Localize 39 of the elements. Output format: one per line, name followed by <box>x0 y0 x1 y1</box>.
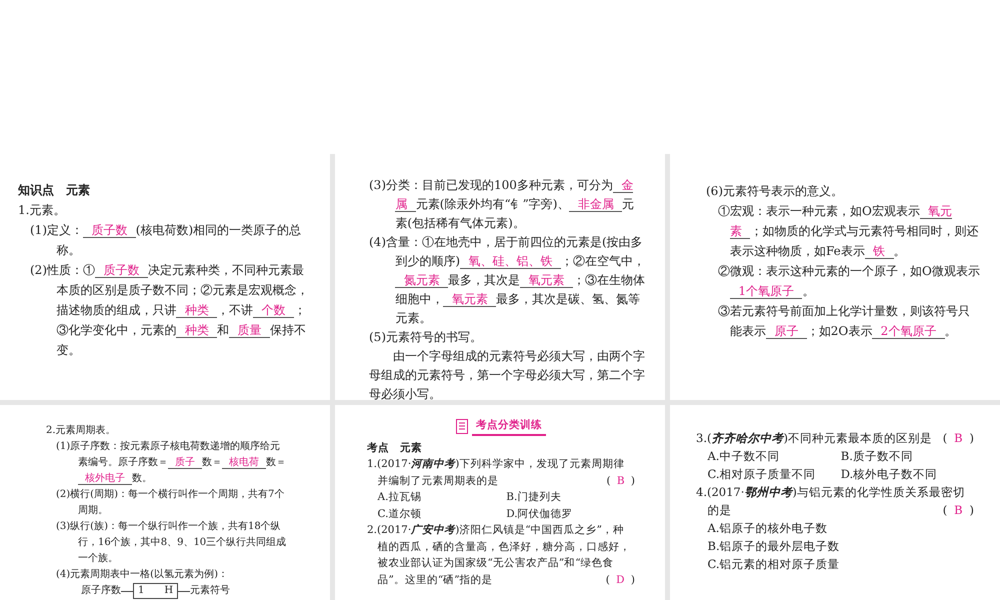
element-symbol: H <box>164 584 174 598</box>
question-text: 3.(齐齐哈尔中考)不同种元素最本质的区别是 ( B ) <box>696 430 974 447</box>
paragraph: ①宏观：表示一种元素，如O宏观表示 氧元素 ；如物质的化学式与元素符号相同时，则还表示这种物质，如Fe表示 铁 。 <box>717 203 980 261</box>
option: B.质子数不同 <box>840 447 974 465</box>
option: A.铝原子的核外电子数 <box>708 519 974 537</box>
paragraph: (6)元素符号表示的意义。 <box>705 183 844 200</box>
paragraph: ②微观：表示这种元素的一个原子，如O微观表示 1个氧原子 。 <box>717 263 980 301</box>
option: C.铝元素的相对原子质量 <box>708 555 974 573</box>
option: D.阿伏伽德罗 <box>506 506 635 522</box>
document-icon <box>456 418 468 434</box>
paragraph: (2)性质：① 质子数 决定元素种类，不同种元素最本质的区别是质子数不同；②元素是宏观概念，描述物质的组成，只讲 种类 ，不讲 个数 ；③化学变化中，元素的 种类 和 质量 保持不变。 <box>29 262 310 359</box>
option: C.相对原子质量不同 <box>708 465 841 483</box>
option: A.中子数不同 <box>708 447 841 465</box>
paragraph: ③若元素符号前面加上化学计量数，则该符号只能表示 原子 ；如2O表示 2个氧原子 。 <box>717 303 971 341</box>
paragraph: (2)横行(周期)：每一个横行叫作一个周期，共有7个周期。 <box>55 488 286 518</box>
option: B.门捷列夫 <box>506 489 635 506</box>
question-text: 4.(2017·鄂州中考)与铝元素的化学性质关系最密切的是 ( B ) <box>696 484 974 519</box>
option: A.拉瓦锡 <box>378 489 506 506</box>
question-text: 1.(2017·河南中考)下列科学家中，发现了元素周期律并编制了元素周期表的是 ( B ) <box>367 457 635 488</box>
paragraph: (3)纵行(族)：每一个纵行叫作一个族，共有18个纵行，16个族，其中8、9、10三个纵行共同组成一个族。 <box>55 520 288 566</box>
paragraph: 由一个字母组成的元素符号必须大写，由两个字母组成的元素符号，第一个字母必须大写，第二个字母必须小写。 <box>368 348 645 400</box>
atomic-number: 1 <box>138 584 144 598</box>
cell-label: 原子序数 <box>81 584 121 598</box>
option: D.核外电子数不同 <box>840 465 974 483</box>
paragraph: (4)含量：①在地壳中，居于前四位的元素是(按由多到少的顺序) 氧、硅、铝、铁 ；②在空气中， 氮元素 最多，其次是 氧元素 ；③在生物体细胞中， 氧元素 最多，其次是碳、氢、氮等元素。 <box>368 234 645 327</box>
option: B.铝原子的最外层电子数 <box>708 537 974 555</box>
question-text: 2.(2017·广安中考)济阳仁风镇是“中国西瓜之乡”，种植的西瓜，硒的含量高，色泽好，糖分高，口感好，被农业部认证为国家级“无公害农产品”和“绿色食品”。这里的“硒”指的是 ( D ) <box>367 522 635 588</box>
section-heading: 知识点 元素 <box>18 182 91 199</box>
section-heading: 考点 元素 <box>367 440 423 456</box>
paragraph: (1)原子序数：按元素原子核电荷数递增的顺序给元素编号。原子序数＝ 质子 数＝ 核电荷 数＝ 核外电子 数。 <box>55 440 287 487</box>
paragraph: (5)元素符号的书写。 <box>368 329 483 346</box>
paragraph: 2.元素周期表。 <box>46 424 117 438</box>
section-title: 考点分类训练 <box>472 417 546 436</box>
cell-label: 元素符号 <box>190 584 230 598</box>
option: C.道尔顿 <box>378 506 506 522</box>
paragraph: (4)元素周期表中一格(以氢元素为例)： <box>55 568 229 582</box>
paragraph: 1.元素。 <box>18 202 66 219</box>
paragraph: (3)分类：目前已发现的100多种元素，可分为 金属 元素(除汞外均有“钅”字旁)、 非金属 元素(包括稀有气体元素)。 <box>368 177 636 232</box>
paragraph: (1)定义： 质子数 (核电荷数)相同的一类原子的总称。 <box>29 222 302 259</box>
